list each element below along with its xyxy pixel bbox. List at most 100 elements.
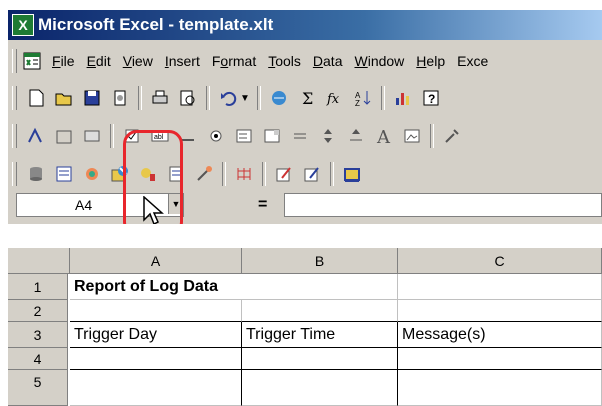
standard-toolbar: ▼ Σ fx AZ ?: [8, 80, 602, 116]
toolbar-separator: [206, 86, 210, 110]
spinner-icon[interactable]: [315, 123, 341, 149]
menu-format[interactable]: Format: [206, 53, 262, 69]
cell-c5[interactable]: [398, 370, 602, 406]
flower-icon[interactable]: [79, 161, 105, 187]
svg-text:Z: Z: [355, 99, 360, 108]
column-header-b[interactable]: B: [242, 248, 398, 274]
cell-a3[interactable]: Trigger Day: [70, 322, 242, 348]
edit-pencil-icon[interactable]: [271, 161, 297, 187]
cell-b4[interactable]: [242, 348, 398, 370]
spreadsheet-grid: A B C 1 2 3 4 5 Report of Log Data Trigg…: [8, 224, 602, 406]
row-header-5[interactable]: 5: [8, 370, 68, 406]
row-header-1[interactable]: 1: [8, 274, 68, 300]
tools-icon[interactable]: [439, 123, 465, 149]
menu-window[interactable]: Window: [348, 53, 410, 69]
formula-equals-button[interactable]: =: [258, 196, 267, 214]
autosum-icon[interactable]: Σ: [294, 85, 320, 111]
scroll-bar-icon[interactable]: [287, 123, 313, 149]
svg-text:fx: fx: [326, 92, 340, 107]
cell-c1[interactable]: [398, 274, 602, 300]
cell-c2[interactable]: [398, 300, 602, 322]
menu-edit[interactable]: Edit: [81, 53, 117, 69]
document-icon[interactable]: [22, 51, 42, 71]
new-icon[interactable]: [23, 85, 49, 111]
toolbar-grip[interactable]: [12, 86, 17, 110]
undo-icon[interactable]: [215, 85, 241, 111]
column-header-c[interactable]: C: [398, 248, 602, 274]
title-bar: X Microsoft Excel - template.xlt: [8, 10, 602, 40]
menu-tools[interactable]: Tools: [262, 53, 307, 69]
grid-tool-icon[interactable]: [231, 161, 257, 187]
button-control-icon[interactable]: [79, 123, 105, 149]
menu-file[interactable]: File: [46, 53, 81, 69]
svg-text:A: A: [376, 127, 391, 146]
sort-ascending-icon[interactable]: AZ: [350, 85, 376, 111]
cell-b1[interactable]: [242, 274, 398, 300]
toolbar-separator: [256, 86, 261, 110]
top-edge: [0, 0, 602, 10]
option-button-icon[interactable]: [203, 123, 229, 149]
form-icon[interactable]: [51, 161, 77, 187]
undo-dropdown-icon[interactable]: ▼: [240, 93, 250, 104]
cell-a1[interactable]: Report of Log Data: [70, 274, 242, 300]
toolbar-separator: [330, 162, 334, 186]
cell-b2[interactable]: [242, 300, 398, 322]
combo-box-icon[interactable]: [259, 123, 285, 149]
row-header-4[interactable]: 4: [8, 348, 68, 370]
toolbar-separator: [222, 162, 226, 186]
label-icon[interactable]: [23, 123, 49, 149]
cell-a2[interactable]: [70, 300, 242, 322]
cell-b5[interactable]: [242, 370, 398, 406]
list-box-icon[interactable]: [231, 123, 257, 149]
spinner-alt-icon[interactable]: [343, 123, 369, 149]
custom-toolbar: [8, 156, 602, 192]
wand-icon[interactable]: [191, 161, 217, 187]
group-box-icon[interactable]: [51, 123, 77, 149]
toolbar-grip[interactable]: [12, 124, 17, 148]
edit-pencil-alt-icon[interactable]: [299, 161, 325, 187]
cell-c4[interactable]: [398, 348, 602, 370]
text-a-icon[interactable]: A: [371, 123, 397, 149]
toolbar-separator: [380, 86, 385, 110]
svg-text:Σ: Σ: [302, 89, 313, 108]
print-preview-icon[interactable]: [175, 85, 201, 111]
permission-icon[interactable]: [107, 85, 133, 111]
toolbar-separator: [430, 124, 434, 148]
cell-a5[interactable]: [70, 370, 242, 406]
toolbar-separator: [110, 124, 114, 148]
cell-c3[interactable]: Message(s): [398, 322, 602, 348]
chart-wizard-icon[interactable]: [390, 85, 416, 111]
hyperlink-icon[interactable]: [266, 85, 292, 111]
function-icon[interactable]: fx: [322, 85, 348, 111]
menu-bar: File Edit View Insert Format Tools Data …: [8, 44, 602, 78]
formula-input[interactable]: [284, 193, 602, 217]
database-icon[interactable]: [23, 161, 49, 187]
toolbar-separator: [138, 86, 142, 110]
excel-window: X Microsoft Excel - template.xlt File Ed…: [0, 0, 602, 406]
row-header-3[interactable]: 3: [8, 322, 68, 348]
frame-icon[interactable]: [339, 161, 365, 187]
menu-view[interactable]: View: [117, 53, 159, 69]
select-all-corner[interactable]: [8, 248, 70, 274]
menu-insert[interactable]: Insert: [159, 53, 206, 69]
toolbar-separator: [262, 162, 266, 186]
menu-grip[interactable]: [12, 49, 17, 73]
menu-data[interactable]: Data: [307, 53, 349, 69]
print-icon[interactable]: [147, 85, 173, 111]
cell-b3[interactable]: Trigger Time: [242, 322, 398, 348]
forms-toolbar: abl A: [8, 118, 602, 154]
menu-help[interactable]: Help: [410, 53, 451, 69]
svg-text:?: ?: [428, 92, 435, 106]
formula-bar: A4 ▼ =: [8, 192, 602, 220]
open-icon[interactable]: [51, 85, 77, 111]
column-header-a[interactable]: A: [70, 248, 242, 274]
excel-app-icon[interactable]: X: [12, 14, 34, 36]
save-icon[interactable]: [79, 85, 105, 111]
menu-excel-truncated[interactable]: Exce: [451, 53, 494, 69]
help-icon[interactable]: ?: [418, 85, 444, 111]
cell-a4[interactable]: [70, 348, 242, 370]
image-control-icon[interactable]: [399, 123, 425, 149]
toolbar-grip[interactable]: [12, 162, 17, 186]
row-header-2[interactable]: 2: [8, 300, 68, 322]
window-title: Microsoft Excel - template.xlt: [38, 15, 274, 34]
